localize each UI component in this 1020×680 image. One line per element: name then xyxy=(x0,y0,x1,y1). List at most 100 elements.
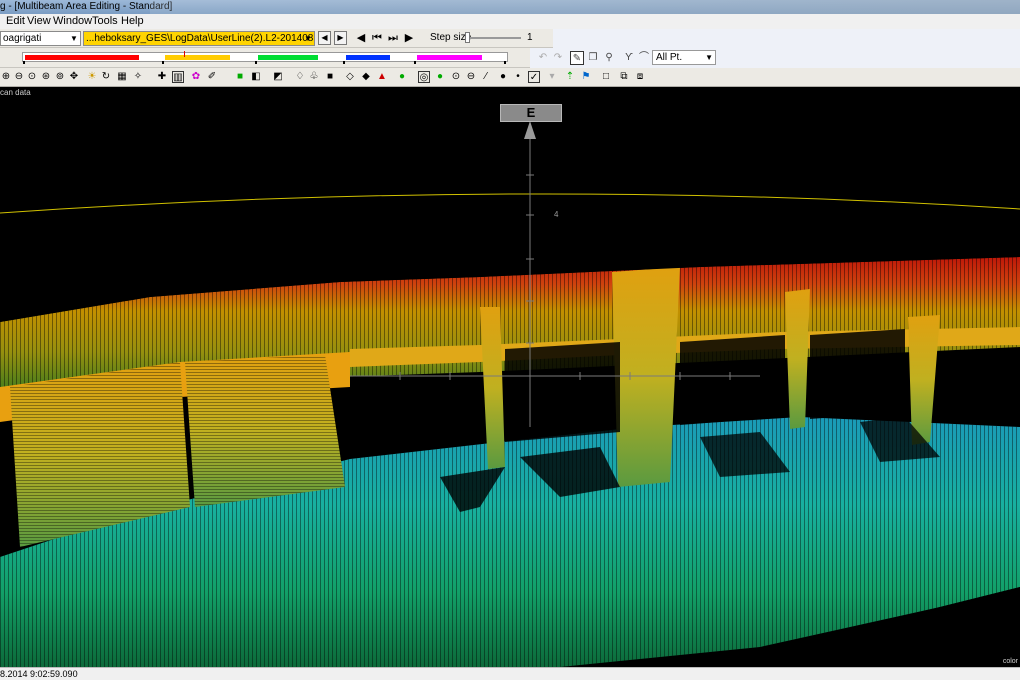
zoom-out-icon[interactable]: ⊖ xyxy=(13,71,25,83)
color-scale-tick xyxy=(23,61,25,64)
step-size-slider-thumb[interactable] xyxy=(465,32,470,43)
color-scale-tick xyxy=(504,61,506,64)
color-legend-label: color xyxy=(1002,658,1018,665)
skip-end-button[interactable]: ⏭ xyxy=(386,30,400,46)
status-bar: 8.2014 9:02:59.090 xyxy=(0,667,1020,680)
check-icon[interactable]: ✓ xyxy=(528,71,540,83)
point-small-icon[interactable]: • xyxy=(512,71,524,83)
logfile-select-value: ...heboksary_GES\LogData\UserLine(2).L2-… xyxy=(86,33,314,44)
undo-icon[interactable]: ↶ xyxy=(536,51,550,65)
arrow-right-icon: ▶ xyxy=(337,33,344,42)
zoom-extents-icon[interactable]: ⊚ xyxy=(54,71,66,83)
step-size-slider-track[interactable] xyxy=(466,37,521,39)
menu-bar: Edit View Window Tools Help xyxy=(0,14,1020,29)
light-icon[interactable]: ☀ xyxy=(86,71,98,83)
circle-minus-icon[interactable]: ⊖ xyxy=(465,71,477,83)
filter-icon[interactable]: ϒ xyxy=(622,51,636,65)
window-copy-icon[interactable]: ⧉ xyxy=(618,71,630,83)
target-icon[interactable]: ⊙ xyxy=(450,71,462,83)
play-button[interactable]: ▶ xyxy=(402,30,416,46)
stop-icon[interactable]: ■ xyxy=(324,71,336,83)
color-sphere-icon[interactable]: ● xyxy=(396,71,408,83)
grid-icon[interactable]: ▦ xyxy=(116,71,128,83)
menu-edit[interactable]: Edit xyxy=(6,15,25,27)
point-filter-value: All Pt. xyxy=(656,52,683,63)
edit-mode-icon[interactable]: ✎ xyxy=(570,51,584,65)
color-segment-blue xyxy=(346,55,390,60)
arrow-up-icon[interactable]: ⇡ xyxy=(564,71,576,83)
shape-icon[interactable]: ◆ xyxy=(360,71,372,83)
profile-icon[interactable]: ⌒ xyxy=(637,51,651,65)
cube-icon[interactable]: ◧ xyxy=(250,71,262,83)
lamp-icon[interactable]: ♧ xyxy=(308,71,320,83)
brush-icon[interactable]: ✐ xyxy=(206,71,218,83)
color-segment-red xyxy=(25,55,139,60)
gate-block-2-texture xyxy=(185,355,345,507)
circle-select-icon[interactable]: ◎ xyxy=(418,71,430,83)
color-scale-tick xyxy=(255,61,257,64)
grid-view-icon[interactable]: ▥ xyxy=(172,71,184,83)
color-segment-magenta xyxy=(417,55,482,60)
status-datetime: 8.2014 9:02:59.090 xyxy=(0,669,78,679)
vessel-select-value: oagrigati xyxy=(3,33,42,44)
square-icon[interactable]: □ xyxy=(600,71,612,83)
toolbar-empty-area xyxy=(553,29,1020,48)
diamond-icon[interactable]: ◇ xyxy=(344,71,356,83)
zoom-fit-icon[interactable]: ⊛ xyxy=(40,71,52,83)
window-title: g - [Multibeam Area Editing - Standard] xyxy=(0,1,173,12)
point-filter-select[interactable]: All Pt. ▼ xyxy=(652,50,716,65)
menu-tools[interactable]: Tools xyxy=(92,15,118,27)
light-bulb-icon[interactable]: ♢ xyxy=(294,71,306,83)
arrow-left-icon: ◀ xyxy=(321,33,328,42)
3d-point-cloud-view[interactable]: can data E 4 color xyxy=(0,87,1020,667)
step-back-button[interactable]: ◀ xyxy=(354,30,368,46)
vessel-select[interactable]: oagrigati ▼ xyxy=(0,31,81,46)
step-size-value: 1 xyxy=(527,32,533,43)
next-file-button[interactable]: ▶ xyxy=(334,31,347,45)
pin-icon[interactable]: ⚲ xyxy=(602,51,616,65)
color-scale-tick xyxy=(162,61,164,64)
export-icon[interactable]: ⧈ xyxy=(634,71,646,83)
gate-opening-2 xyxy=(680,335,785,425)
depth-color-scale[interactable] xyxy=(22,51,508,64)
prev-file-button[interactable]: ◀ xyxy=(318,31,331,45)
color-scale-tick xyxy=(414,61,416,64)
view-tools-toolbar: ⊕ ⊖ ⊙ ⊛ ⊚ ✥ ☀ ↻ ▦ ✧ ✚ ▥ ✿ ✐ ■ ◧ ◩ ♢ ♧ ■ … xyxy=(0,68,1020,87)
edit-toolbar: ↶ ↷ ✎ ❐ ⚲ ϒ ⌒ xyxy=(530,48,1020,68)
line-tool-icon[interactable]: ⁄ xyxy=(480,71,492,83)
compass-direction[interactable]: E xyxy=(500,104,562,122)
menu-view[interactable]: View xyxy=(27,15,51,27)
color-segment-green xyxy=(258,55,318,60)
measure-icon[interactable]: ✧ xyxy=(132,71,144,83)
pan-icon[interactable]: ✥ xyxy=(68,71,80,83)
palette-icon[interactable]: ✿ xyxy=(190,71,202,83)
gate-opening-3 xyxy=(810,329,905,419)
skip-start-button[interactable]: ⏮ xyxy=(370,30,384,46)
color-segment-yellow xyxy=(165,55,230,60)
zoom-window-icon[interactable]: ⊙ xyxy=(26,71,38,83)
zoom-in-icon[interactable]: ⊕ xyxy=(0,71,12,83)
logfile-select[interactable]: ...heboksary_GES\LogData\UserLine(2).L2-… xyxy=(83,31,315,46)
menu-window[interactable]: Window xyxy=(53,15,92,27)
point-large-icon[interactable]: ● xyxy=(497,71,509,83)
chevron-down-icon: ▼ xyxy=(70,34,78,43)
marker-icon[interactable]: ⚑ xyxy=(580,71,592,83)
rotate-icon[interactable]: ↻ xyxy=(100,71,112,83)
chevron-down-icon: ▼ xyxy=(705,53,713,62)
menu-help[interactable]: Help xyxy=(121,15,144,27)
pier-3 xyxy=(785,289,810,429)
point-cloud-canvas[interactable] xyxy=(0,87,1020,667)
surface-icon[interactable]: ◩ xyxy=(272,71,284,83)
copy-icon[interactable]: ❐ xyxy=(586,51,600,65)
scan-data-label: can data xyxy=(0,88,31,97)
green-dot-icon[interactable]: ● xyxy=(434,71,446,83)
redo-icon[interactable]: ↷ xyxy=(551,51,565,65)
axis-number-label: 4 xyxy=(554,210,559,219)
chevron-down-icon: ▼ xyxy=(304,34,312,43)
crosshair-icon[interactable]: ✚ xyxy=(156,71,168,83)
cube-green-icon[interactable]: ■ xyxy=(234,71,246,83)
color-cube-icon[interactable]: ▲ xyxy=(376,71,388,83)
title-bar: g - [Multibeam Area Editing - Standard] xyxy=(0,0,1020,14)
filter-disabled-icon[interactable]: ▾ xyxy=(546,71,558,83)
color-scale-marker xyxy=(184,51,185,57)
